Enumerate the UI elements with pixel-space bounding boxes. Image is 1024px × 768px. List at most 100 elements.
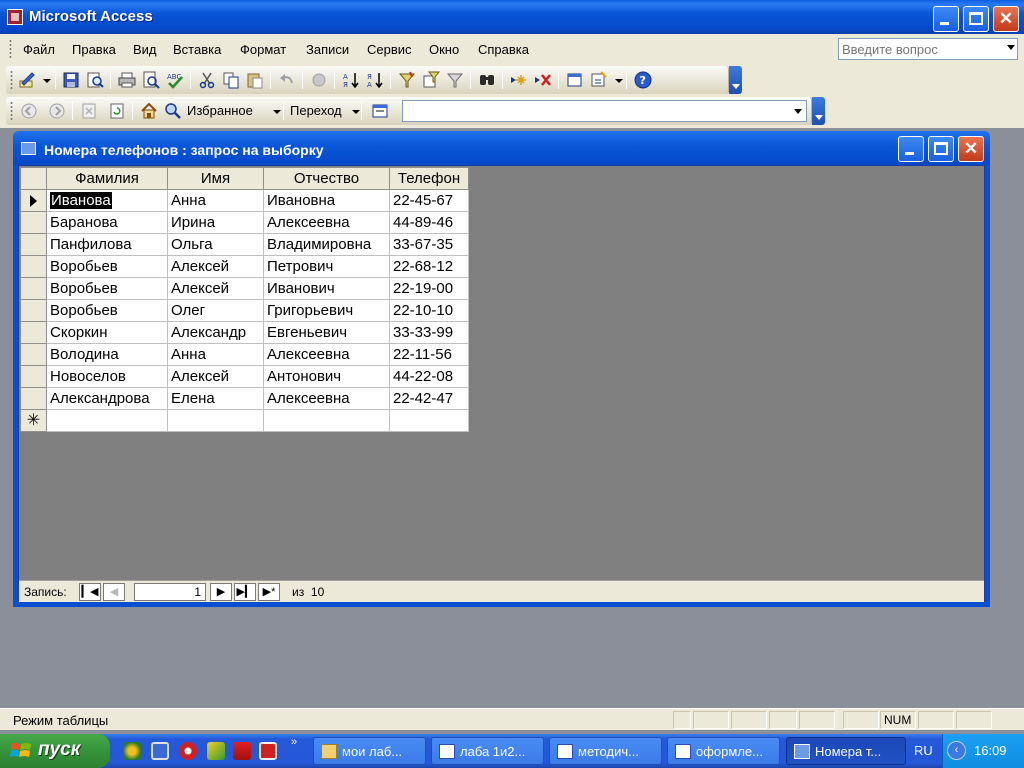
query-icon[interactable] [21,142,36,155]
taskbar-item-doc1[interactable]: лаба 1и2... [431,737,544,765]
cell-surname[interactable]: Александрова [46,387,168,410]
table-row[interactable]: Баранова Ирина Алексеевна 44-89-46 [20,211,469,234]
new-record-button[interactable]: ▶* [258,583,280,601]
toolbar-options-button[interactable] [729,66,742,94]
taskbar-item-folder[interactable]: мои лаб... [313,737,426,765]
cell-patronymic[interactable]: Алексеевна [263,343,390,366]
sort-descending-icon[interactable]: ЯA [366,71,384,89]
cell-phone[interactable]: 44-22-08 [389,365,469,388]
copy-icon[interactable] [222,71,240,89]
cell-phone[interactable]: 22-19-00 [389,277,469,300]
print-icon[interactable] [118,71,136,89]
view-icon[interactable] [18,71,36,89]
quicklaunch-more-icon[interactable]: » [291,736,297,748]
settings-icon[interactable] [151,742,169,760]
chevron-left-icon[interactable]: ‹ [947,741,966,760]
chevron-down-icon[interactable] [794,109,802,114]
menu-grip[interactable] [9,39,12,59]
cell-patronymic[interactable]: Петрович [263,255,390,278]
cell-phone[interactable]: 44-89-46 [389,211,469,234]
opera-icon[interactable] [179,742,197,760]
refresh-icon[interactable] [108,102,126,120]
language-indicator[interactable]: RU [914,743,933,758]
media-player-icon[interactable] [123,742,141,760]
child-close-button[interactable]: ✕ [958,136,984,162]
address-combo[interactable] [402,100,807,122]
print-preview-icon[interactable] [142,71,160,89]
search-web-icon[interactable] [164,102,182,120]
cell-patronymic[interactable]: Алексеевна [263,211,390,234]
table-row[interactable]: Иванова Анна Ивановна 22-45-67 [20,189,469,212]
cell-name[interactable]: Ирина [167,211,264,234]
stop-icon[interactable] [80,102,98,120]
lightning-icon[interactable] [207,742,225,760]
child-minimize-button[interactable] [898,136,924,162]
taskbar-item-query[interactable]: Номера т... [786,737,906,765]
table-row[interactable]: Воробьев Олег Григорьевич 22-10-10 [20,299,469,322]
help-question-box[interactable] [838,38,1018,60]
maximize-button[interactable] [963,6,989,32]
app-shortcut-icon[interactable] [259,742,277,760]
cell-phone[interactable]: 22-10-10 [389,299,469,322]
cell-patronymic[interactable]: Иванович [263,277,390,300]
table-row[interactable]: Воробьев Алексей Петрович 22-68-12 [20,255,469,278]
filter-by-form-icon[interactable] [422,71,440,89]
column-header-surname[interactable]: Фамилия [46,167,168,190]
last-record-button[interactable]: ▶▎ [234,583,256,601]
cell-phone[interactable]: 33-33-99 [389,321,469,344]
menu-help[interactable]: Справка [478,42,529,57]
cell-empty[interactable] [389,409,469,432]
cell-name[interactable]: Ольга [167,233,264,256]
cell-name[interactable]: Анна [167,343,264,366]
help-question-input[interactable] [839,39,999,59]
menu-records[interactable]: Записи [306,42,349,57]
cell-surname[interactable]: Панфилова [46,233,168,256]
menu-format[interactable]: Формат [240,42,286,57]
sort-ascending-icon[interactable]: AЯ [342,71,360,89]
record-selector[interactable] [20,233,47,256]
cell-surname[interactable]: Скоркин [46,321,168,344]
toolbar-grip[interactable] [10,101,13,121]
record-selector[interactable] [20,343,47,366]
apply-filter-icon[interactable] [446,71,464,89]
cell-phone[interactable]: 22-68-12 [389,255,469,278]
cell-patronymic[interactable]: Владимировна [263,233,390,256]
column-header-name[interactable]: Имя [167,167,264,190]
menu-tools[interactable]: Сервис [367,42,412,57]
cell-name[interactable]: Алексей [167,365,264,388]
toolbar-options-button[interactable] [812,97,825,125]
insert-hyperlink-icon[interactable] [310,71,328,89]
cell-phone[interactable]: 22-11-56 [389,343,469,366]
current-record-input[interactable]: 1 [134,583,206,601]
find-icon[interactable] [478,71,496,89]
new-record-icon[interactable] [510,71,528,89]
minimize-button[interactable] [933,6,959,32]
cell-surname[interactable]: Воробьев [46,277,168,300]
record-selector[interactable] [20,189,47,212]
table-row[interactable]: Новоселов Алексей Антонович 44-22-08 [20,365,469,388]
first-record-button[interactable]: ▎◀ [79,583,101,601]
menu-edit[interactable]: Правка [72,42,116,57]
goto-menu[interactable]: Переход [290,103,342,118]
cell-surname[interactable]: Воробьев [46,255,168,278]
back-icon[interactable] [20,102,38,120]
menu-insert[interactable]: Вставка [173,42,221,57]
database-window-icon[interactable] [566,71,584,89]
next-record-button[interactable]: ▶ [210,583,232,601]
toolbar-grip[interactable] [10,70,13,90]
cut-icon[interactable] [198,71,216,89]
home-icon[interactable] [140,102,158,120]
cell-empty[interactable] [46,409,168,432]
cell-name[interactable]: Александр [167,321,264,344]
cell-surname[interactable]: Володина [46,343,168,366]
cell-phone[interactable]: 33-67-35 [389,233,469,256]
new-object-icon[interactable] [590,71,608,89]
new-object-dropdown-icon[interactable] [610,71,623,89]
cell-name[interactable]: Олег [167,299,264,322]
cell-name[interactable]: Алексей [167,277,264,300]
save-icon[interactable] [62,71,80,89]
menu-window[interactable]: Окно [429,42,459,57]
filter-by-selection-icon[interactable] [398,71,416,89]
undo-icon[interactable] [278,71,296,89]
access-icon[interactable] [7,9,23,25]
